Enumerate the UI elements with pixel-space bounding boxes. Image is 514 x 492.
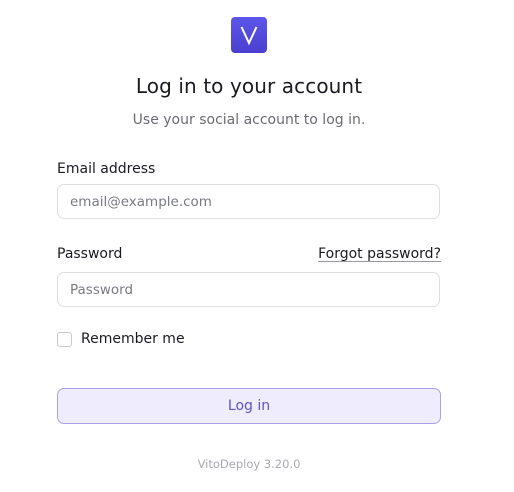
- email-field[interactable]: [57, 184, 440, 219]
- password-label: Password: [57, 246, 123, 262]
- app-version: VitoDeploy 3.20.0: [197, 457, 301, 471]
- brand-logo: [231, 17, 267, 53]
- v-logo-icon: [240, 26, 258, 46]
- forgot-password-link[interactable]: Forgot password?: [318, 246, 441, 262]
- remember-me-label: Remember me: [81, 331, 185, 347]
- remember-me-row[interactable]: Remember me: [57, 331, 185, 347]
- page-title: Log in to your account: [135, 74, 363, 98]
- email-label: Email address: [57, 161, 156, 177]
- remember-me-checkbox[interactable]: [57, 331, 72, 347]
- login-button[interactable]: Log in: [57, 388, 441, 424]
- page-subtitle: Use your social account to log in.: [132, 112, 366, 128]
- password-field[interactable]: [57, 272, 440, 307]
